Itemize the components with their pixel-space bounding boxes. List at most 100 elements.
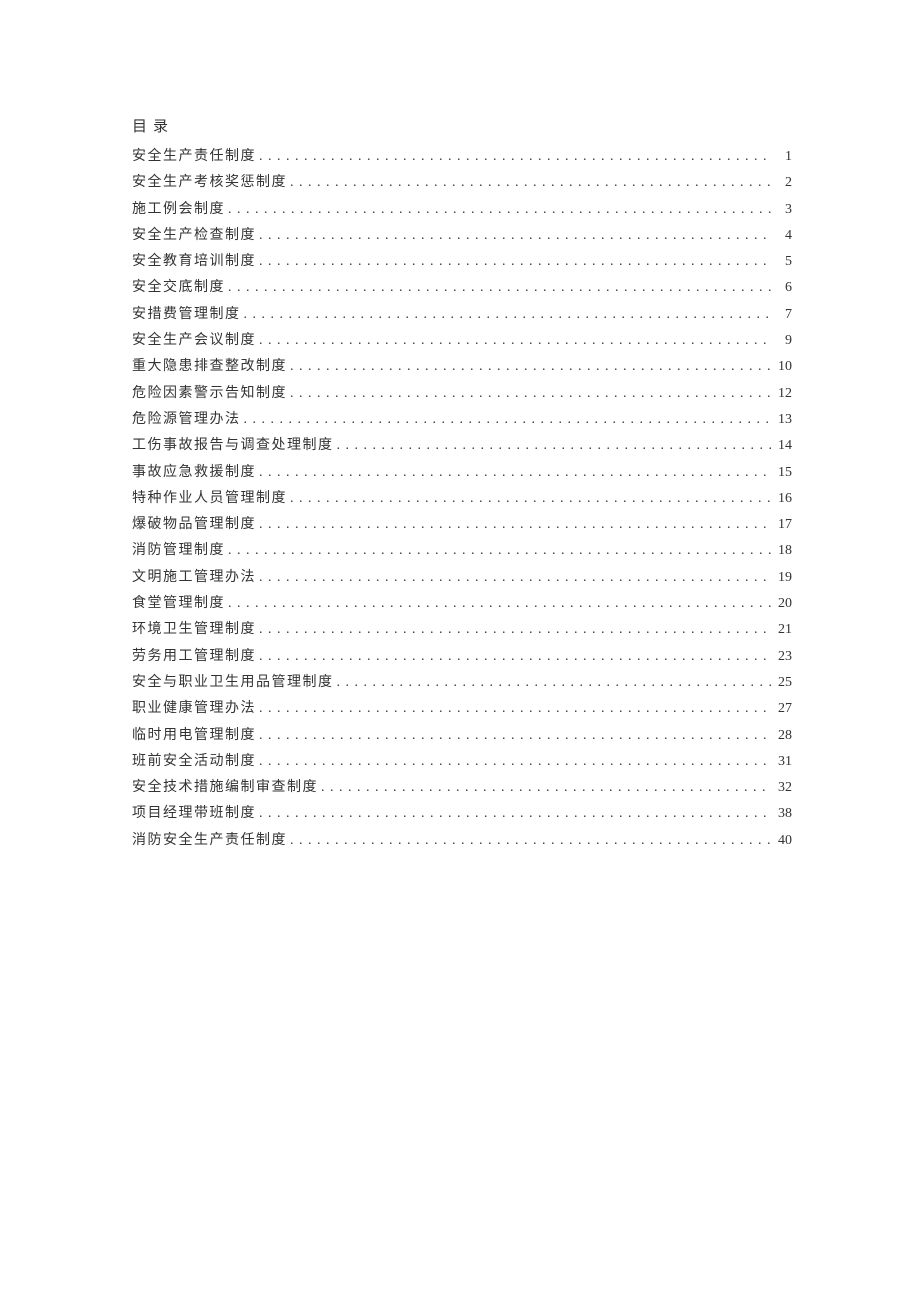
toc-entry-page: 23 [774,650,792,664]
toc-entry: 安全生产会议制度 9 [132,334,792,348]
toc-entry-page: 4 [774,229,792,243]
toc-leader-dots [228,281,771,295]
toc-entry-title: 危险源管理办法 [132,413,241,427]
toc-entry: 消防管理制度 18 [132,544,792,558]
toc-entry-page: 14 [774,439,792,453]
toc-leader-dots [259,255,771,269]
toc-entry-page: 17 [774,518,792,532]
toc-entry-page: 27 [774,702,792,716]
toc-entry: 重大隐患排查整改制度 10 [132,360,792,374]
toc-entry-page: 28 [774,729,792,743]
toc-entry-page: 31 [774,755,792,769]
toc-entry-title: 安全生产检查制度 [132,229,256,243]
toc-entry-title: 工伤事故报告与调查处理制度 [132,439,334,453]
toc-entry: 职业健康管理办法 27 [132,702,792,716]
toc-entry-title: 消防安全生产责任制度 [132,834,287,848]
toc-leader-dots [259,702,771,716]
toc-leader-dots [259,729,771,743]
toc-leader-dots [259,229,771,243]
toc-entry-title: 安全技术措施编制审查制度 [132,781,318,795]
toc-entry-title: 班前安全活动制度 [132,755,256,769]
toc-entry-title: 消防管理制度 [132,544,225,558]
toc-entry: 安措费管理制度 7 [132,308,792,322]
toc-entry-title: 临时用电管理制度 [132,729,256,743]
toc-entry-page: 13 [774,413,792,427]
toc-entry-title: 爆破物品管理制度 [132,518,256,532]
toc-entry-page: 20 [774,597,792,611]
toc-entry: 施工例会制度 3 [132,203,792,217]
toc-entry: 安全生产考核奖惩制度 2 [132,176,792,190]
toc-entry: 临时用电管理制度 28 [132,729,792,743]
toc-entry-page: 2 [774,176,792,190]
toc-entry-title: 文明施工管理办法 [132,571,256,585]
toc-entry-title: 特种作业人员管理制度 [132,492,287,506]
toc-entry: 危险因素警示告知制度 12 [132,387,792,401]
toc-entry: 事故应急救援制度15 [132,466,792,480]
toc-entry-title: 安全与职业卫生用品管理制度 [132,676,334,690]
toc-entry: 文明施工管理办法 19 [132,571,792,585]
toc-entry-page: 32 [774,781,792,795]
toc-entry-page: 3 [774,203,792,217]
toc-leader-dots [259,466,771,480]
toc-leader-dots [259,150,771,164]
toc-entry-title: 重大隐患排查整改制度 [132,360,287,374]
toc-entry-title: 安全交底制度 [132,281,225,295]
toc-entry-title: 安全生产考核奖惩制度 [132,176,287,190]
toc-entry: 劳务用工管理制度 23 [132,650,792,664]
toc-entry-page: 6 [774,281,792,295]
toc-entry: 安全生产检查制度 4 [132,229,792,243]
toc-leader-dots [259,334,771,348]
toc-entry-title: 环境卫生管理制度 [132,623,256,637]
toc-leader-dots [228,203,771,217]
toc-list: 安全生产责任制度1 安全生产考核奖惩制度 2 施工例会制度 3 安全生产检查制度 4 安全教育… [132,150,792,848]
toc-entry-page: 7 [774,308,792,322]
toc-entry-title: 施工例会制度 [132,203,225,217]
toc-entry-title: 安措费管理制度 [132,308,241,322]
toc-entry: 安全教育培训制度5 [132,255,792,269]
toc-entry-title: 事故应急救援制度 [132,466,256,480]
toc-entry: 食堂管理制度 20 [132,597,792,611]
toc-leader-dots [259,755,771,769]
toc-leader-dots [244,413,772,427]
toc-entry-page: 16 [774,492,792,506]
toc-leader-dots [290,176,771,190]
toc-leader-dots [244,308,772,322]
toc-entry: 班前安全活动制度 31 [132,755,792,769]
toc-entry-title: 危险因素警示告知制度 [132,387,287,401]
toc-leader-dots [321,781,771,795]
toc-entry-title: 职业健康管理办法 [132,702,256,716]
toc-leader-dots [290,360,771,374]
toc-entry: 项目经理带班制度 38 [132,807,792,821]
toc-entry: 安全与职业卫生用品管理制度 25 [132,676,792,690]
toc-entry-title: 食堂管理制度 [132,597,225,611]
toc-leader-dots [259,650,771,664]
toc-leader-dots [259,518,771,532]
toc-entry: 安全技术措施编制审查制度 32 [132,781,792,795]
toc-entry-page: 12 [774,387,792,401]
toc-leader-dots [290,387,771,401]
toc-entry: 安全生产责任制度1 [132,150,792,164]
toc-entry-page: 40 [774,834,792,848]
toc-entry-title: 劳务用工管理制度 [132,650,256,664]
toc-entry-title: 安全教育培训制度 [132,255,256,269]
toc-entry-title: 安全生产会议制度 [132,334,256,348]
toc-entry: 消防安全生产责任制度 40 [132,834,792,848]
toc-entry-page: 9 [774,334,792,348]
toc-entry-title: 项目经理带班制度 [132,807,256,821]
toc-leader-dots [290,492,771,506]
toc-leader-dots [228,597,771,611]
toc-entry-page: 19 [774,571,792,585]
toc-leader-dots [228,544,771,558]
toc-entry-title: 安全生产责任制度 [132,150,256,164]
toc-leader-dots [337,676,772,690]
toc-entry-page: 25 [774,676,792,690]
toc-entry: 爆破物品管理制度 17 [132,518,792,532]
toc-leader-dots [337,439,772,453]
toc-entry-page: 10 [774,360,792,374]
toc-entry: 特种作业人员管理制度 16 [132,492,792,506]
toc-leader-dots [290,834,771,848]
toc-entry: 安全交底制度 6 [132,281,792,295]
toc-entry-page: 38 [774,807,792,821]
toc-entry-page: 18 [774,544,792,558]
toc-heading: 目录 [132,115,792,136]
